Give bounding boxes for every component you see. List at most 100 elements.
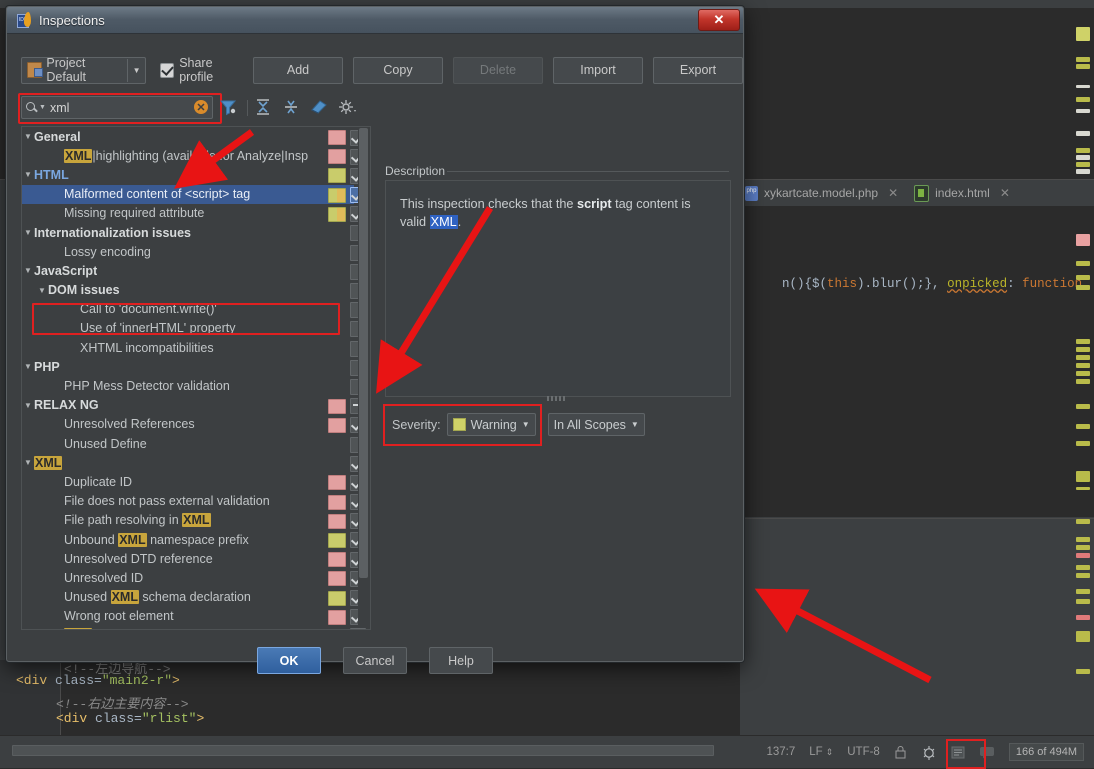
tree-row[interactable]: ▼Internationalization issues xyxy=(22,223,354,242)
ok-button[interactable]: OK xyxy=(257,647,321,674)
lock-icon[interactable] xyxy=(894,745,907,759)
dialog-body: Project Default ▼ Share profile Add Copy… xyxy=(7,34,743,662)
tree-row[interactable]: File path resolving in XML xyxy=(22,511,354,530)
chevron-down-icon[interactable]: ▼ xyxy=(24,170,32,179)
status-bar[interactable]: 137:7 LF⇕ UTF-8 166 of 494M xyxy=(767,740,1094,764)
close-icon[interactable]: ✕ xyxy=(1000,186,1010,200)
tree-row[interactable]: Unresolved DTD reference xyxy=(22,549,354,568)
tree-row[interactable]: ▼XML xyxy=(22,453,354,472)
tree-row-label: PHP Mess Detector validation xyxy=(64,379,230,393)
tree-row[interactable]: Unresolved ID xyxy=(22,568,354,587)
copy-button[interactable]: Copy xyxy=(353,57,443,84)
code-line: <div class="rlist"> xyxy=(56,711,204,726)
severity-swatch[interactable] xyxy=(328,188,346,203)
scope-dropdown[interactable]: In All Scopes ▼ xyxy=(548,413,645,436)
enable-checkbox[interactable] xyxy=(350,628,366,630)
reset-icon[interactable] xyxy=(310,98,332,118)
import-button[interactable]: Import xyxy=(553,57,643,84)
editor-tab-bar[interactable]: xykartcate.model.php ✕ index.html ✕ xyxy=(737,180,1094,207)
tree-row[interactable]: XHTML incompatibilities xyxy=(22,338,354,357)
inspection-profile-icon[interactable] xyxy=(921,745,937,760)
tree-row[interactable]: Unused XML schema declaration xyxy=(22,588,354,607)
tree-row[interactable]: XML tag empty body xyxy=(22,626,354,630)
severity-dropdown[interactable]: Warning ▼ xyxy=(447,413,536,436)
tree-row[interactable]: Missing required attribute xyxy=(22,204,354,223)
tree-row[interactable]: Wrong root element xyxy=(22,607,354,626)
profile-dropdown[interactable]: Project Default ▼ xyxy=(21,57,146,84)
desc-bold: script xyxy=(577,197,612,211)
tree-row[interactable]: Unresolved References xyxy=(22,415,354,434)
tree-row[interactable]: XML|highlighting (available for Analyze|… xyxy=(22,146,354,165)
export-button[interactable]: Export xyxy=(653,57,743,84)
caret-position[interactable]: 137:7 xyxy=(767,746,796,758)
memory-indicator[interactable]: 166 of 494M xyxy=(1009,743,1084,761)
cancel-button[interactable]: Cancel xyxy=(343,647,407,674)
search-input[interactable]: ▼ xml ✕ xyxy=(21,96,213,119)
share-profile-label: Share profile xyxy=(179,56,243,84)
tree-row[interactable]: ▼HTML xyxy=(22,165,354,184)
close-icon[interactable]: ✕ xyxy=(698,9,740,31)
severity-swatch[interactable] xyxy=(328,495,346,510)
tree-row-label: Wrong root element xyxy=(64,609,174,623)
severity-swatch[interactable] xyxy=(328,552,346,567)
line-separator[interactable]: LF⇕ xyxy=(809,746,833,758)
profile-toolbar: Project Default ▼ Share profile Add Copy… xyxy=(21,56,743,84)
inspections-tree[interactable]: ▼GeneralXML|highlighting (available for … xyxy=(21,126,371,630)
chevron-down-icon[interactable]: ▼ xyxy=(24,266,32,275)
chevron-down-icon[interactable]: ▼ xyxy=(24,132,32,141)
settings-icon[interactable] xyxy=(338,98,360,118)
tree-row-label: XML xyxy=(34,456,62,470)
editor-tab-label: index.html xyxy=(935,186,990,200)
tree-row[interactable]: Unbound XML namespace prefix xyxy=(22,530,354,549)
chevron-down-icon[interactable]: ▼ xyxy=(24,362,32,371)
severity-swatch[interactable] xyxy=(328,168,346,183)
resize-grip[interactable] xyxy=(547,396,569,401)
file-encoding[interactable]: UTF-8 xyxy=(847,746,880,758)
help-button[interactable]: Help xyxy=(429,647,493,674)
chevron-down-icon[interactable]: ▼ xyxy=(38,286,46,295)
tree-row[interactable]: ▼PHP xyxy=(22,357,354,376)
tree-row[interactable]: Lossy encoding xyxy=(22,242,354,261)
tree-scrollbar[interactable] xyxy=(358,128,369,628)
dialog-title-bar[interactable]: Inspections ✕ xyxy=(7,7,743,34)
severity-swatch[interactable] xyxy=(328,591,346,606)
severity-swatch[interactable] xyxy=(328,610,346,625)
chevron-down-icon[interactable]: ▼ xyxy=(127,59,146,82)
expand-all-icon[interactable] xyxy=(254,98,276,118)
tree-row[interactable]: ▼General xyxy=(22,127,354,146)
app-icon xyxy=(17,12,33,28)
tree-row-label: XHTML incompatibilities xyxy=(80,341,214,355)
collapse-all-icon[interactable] xyxy=(282,98,304,118)
severity-swatch[interactable] xyxy=(328,533,346,548)
scrollbar-thumb[interactable] xyxy=(359,128,368,578)
share-profile-checkbox[interactable]: Share profile xyxy=(160,56,243,84)
tree-row[interactable]: Unused Define xyxy=(22,434,354,453)
severity-swatch[interactable] xyxy=(328,130,346,145)
tree-row-label: Internationalization issues xyxy=(34,226,191,240)
chevron-down-icon[interactable]: ▼ xyxy=(24,458,32,467)
chevron-down-icon[interactable]: ▼ xyxy=(24,228,32,237)
tree-row[interactable]: ▼JavaScript xyxy=(22,261,354,280)
chevron-down-icon[interactable]: ▼ xyxy=(24,401,32,410)
tree-row[interactable]: PHP Mess Detector validation xyxy=(22,376,354,395)
severity-swatch[interactable] xyxy=(328,475,346,490)
filter-icon[interactable] xyxy=(219,98,241,118)
tree-row[interactable]: ▼DOM issues xyxy=(22,281,354,300)
severity-swatch[interactable] xyxy=(328,399,346,414)
severity-swatch[interactable] xyxy=(328,207,346,222)
tree-row[interactable]: ▼RELAX NG xyxy=(22,396,354,415)
close-icon[interactable]: ✕ xyxy=(888,186,898,200)
tree-row[interactable]: Malformed content of <script> tag xyxy=(22,185,354,204)
editor-code-area[interactable]: n(){$(this).blur();}, onpicked: function xyxy=(737,207,1094,517)
severity-swatch[interactable] xyxy=(328,629,346,630)
editor-tab-php[interactable]: xykartcate.model.php ✕ xyxy=(737,180,906,206)
tree-row[interactable]: File does not pass external validation xyxy=(22,492,354,511)
tree-row[interactable]: Duplicate ID xyxy=(22,472,354,491)
severity-swatch[interactable] xyxy=(328,149,346,164)
severity-swatch[interactable] xyxy=(328,514,346,529)
severity-swatch[interactable] xyxy=(328,418,346,433)
add-button[interactable]: Add xyxy=(253,57,343,84)
editor-tab-html[interactable]: index.html ✕ xyxy=(906,180,1018,206)
dialog-title: Inspections xyxy=(39,13,105,28)
severity-swatch[interactable] xyxy=(328,571,346,586)
